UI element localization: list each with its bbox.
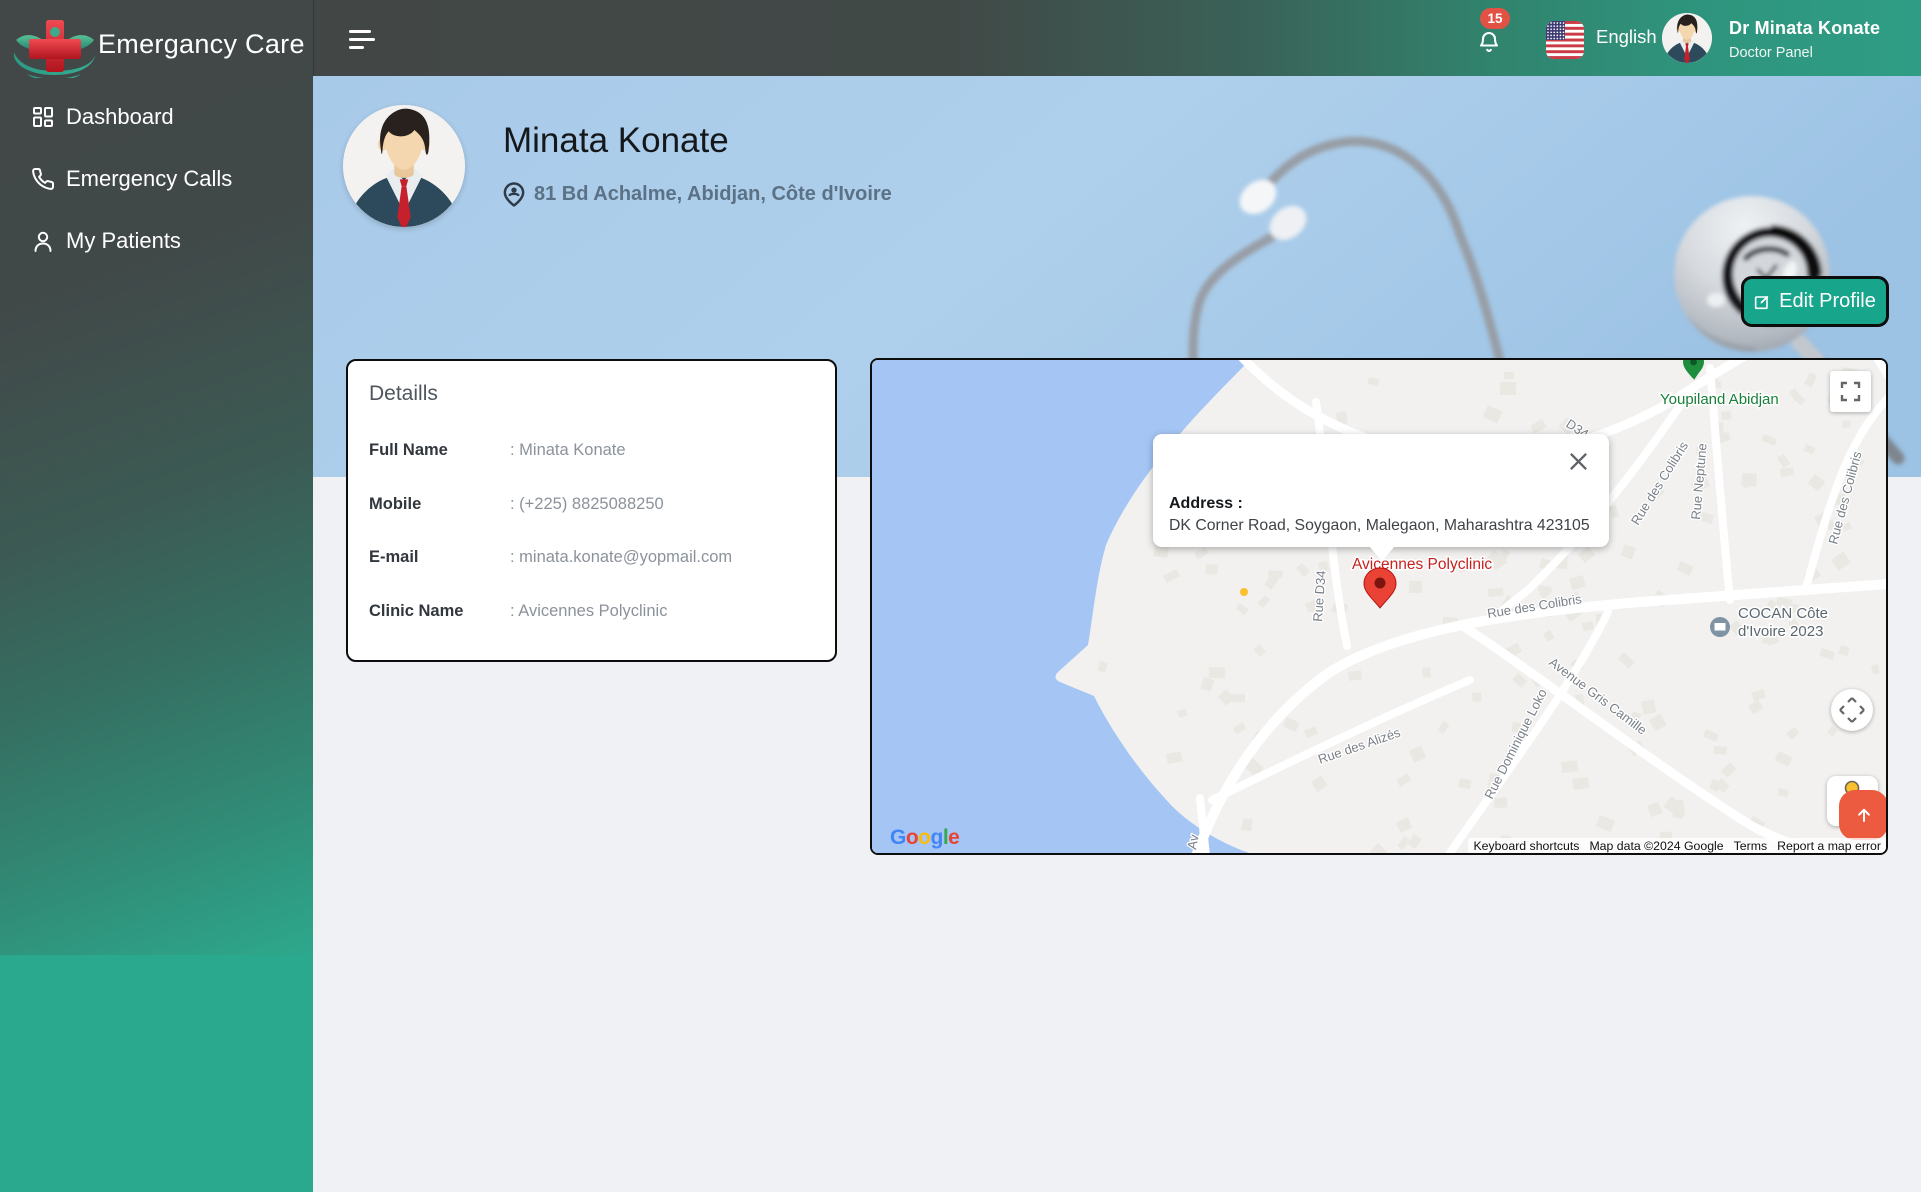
svg-text:COCAN Côte: COCAN Côte [1738, 605, 1828, 622]
svg-text:Av: Av [1184, 833, 1201, 851]
svg-text:Youpiland Abidjan: Youpiland Abidjan [1660, 391, 1779, 408]
svg-text:d'Ivoire 2023: d'Ivoire 2023 [1738, 623, 1823, 640]
